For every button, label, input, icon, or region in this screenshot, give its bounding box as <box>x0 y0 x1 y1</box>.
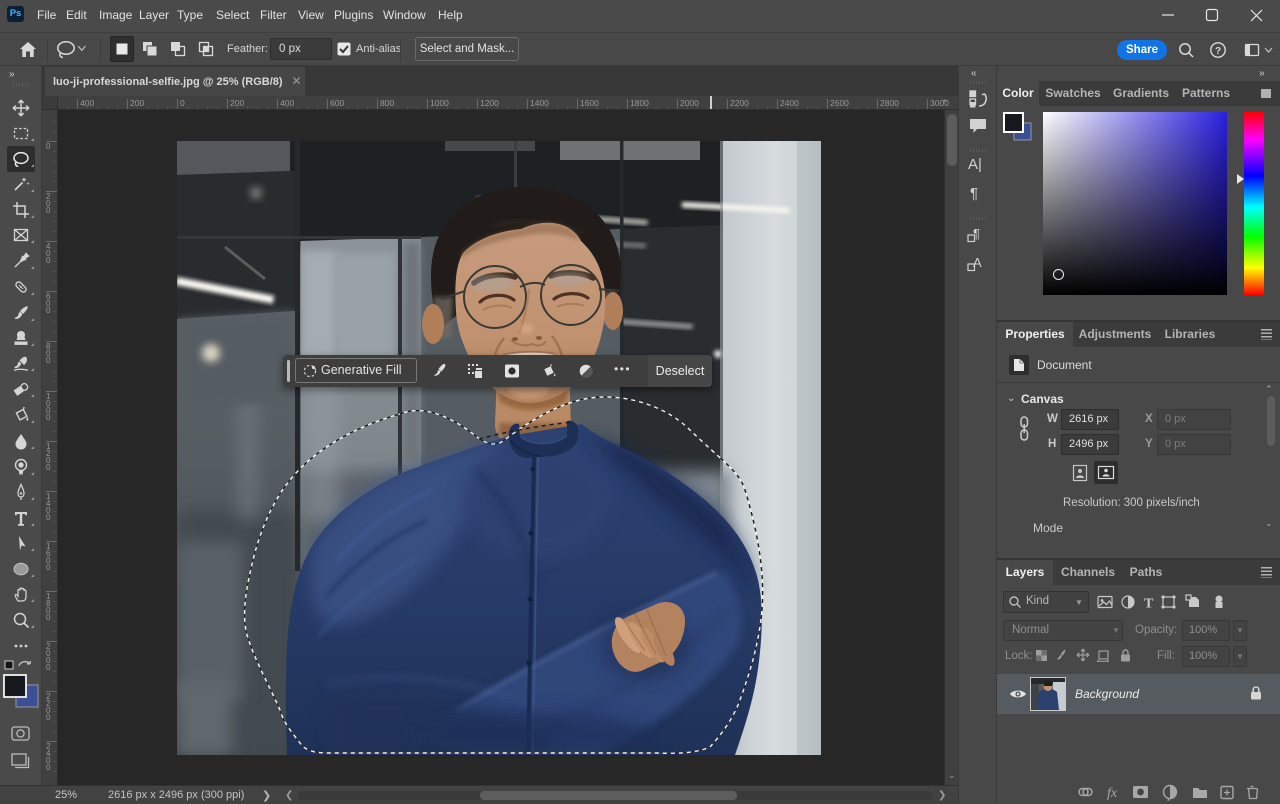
svg-text:?: ? <box>1215 46 1221 57</box>
svg-text:T: T <box>1144 597 1154 611</box>
svg-text:fx: fx <box>1107 786 1118 801</box>
